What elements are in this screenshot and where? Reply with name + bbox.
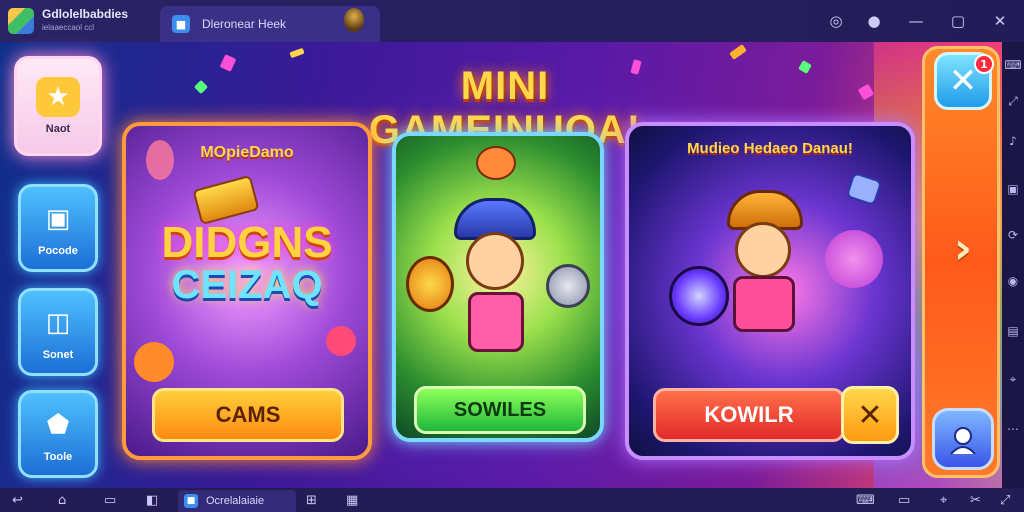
confetti-decoration bbox=[193, 79, 209, 95]
card-art-title: DIDGNS bbox=[161, 218, 333, 267]
minimize-button[interactable]: — bbox=[904, 9, 928, 33]
play-button-cams[interactable]: CAMS bbox=[152, 388, 344, 442]
fruit-decoration bbox=[326, 326, 356, 356]
confetti-decoration bbox=[857, 83, 875, 101]
notification-badge: 1 bbox=[974, 54, 994, 74]
shop-bag-icon: ▣ bbox=[45, 204, 71, 234]
character-face bbox=[735, 222, 791, 278]
display-icon[interactable]: ▭ bbox=[898, 492, 910, 508]
chevron-right-icon: › bbox=[953, 222, 973, 274]
emulator-side-toolbar: ⌨ ⤢ ♪ ▣ ⟳ ◉ ▤ ⌖ ⋯ bbox=[1002, 42, 1024, 488]
more-icon[interactable]: ⋯ bbox=[1006, 422, 1020, 436]
screen-icon[interactable]: ◧ bbox=[146, 492, 158, 508]
gem-icon bbox=[845, 172, 883, 206]
taskbar-app-tab[interactable]: ■ Ocrelalaiaie bbox=[178, 490, 296, 512]
fruit-decoration bbox=[146, 140, 174, 180]
character-body bbox=[733, 276, 795, 332]
sidebar-item-label: Toole bbox=[43, 451, 73, 463]
avatar-icon[interactable] bbox=[344, 8, 364, 32]
folder-icon[interactable]: ▤ bbox=[1006, 324, 1020, 338]
sidebar-item-pocode[interactable]: ▣ Pocode bbox=[18, 184, 98, 272]
game-card-3[interactable]: Mudieo Hedaeo Danau! KOWILR ✕ bbox=[625, 122, 915, 460]
shield-icon bbox=[406, 256, 454, 312]
card-heading: Mudieo Hedaeo Danau! bbox=[687, 140, 853, 157]
title-bar: Gdlolelbabdies ielaaeccaol ccl ■ Dlerone… bbox=[0, 0, 1024, 42]
confetti-decoration bbox=[798, 60, 812, 74]
profile-button[interactable] bbox=[932, 408, 994, 470]
location-icon[interactable]: ⌖ bbox=[940, 492, 947, 508]
maximize-button[interactable]: ▢ bbox=[946, 9, 970, 33]
character-body bbox=[468, 292, 524, 352]
app-name: Gdlolelbabdies ielaaeccaol ccl bbox=[42, 8, 128, 34]
card-art-subtitle: CEIZAQ bbox=[171, 263, 323, 307]
recent-apps-icon[interactable]: ▭ bbox=[104, 492, 116, 508]
home-icon[interactable]: ⌂ bbox=[58, 492, 66, 508]
fullscreen-icon[interactable]: ⤢ bbox=[1006, 94, 1020, 108]
wheel-icon bbox=[669, 266, 729, 326]
avatar-icon bbox=[950, 427, 976, 455]
sidebar-item-naot[interactable]: ★ Naot bbox=[14, 56, 102, 156]
game-card-1[interactable]: MOpieDamo DIDGNS CEIZAQ CAMS bbox=[122, 122, 372, 460]
game-card-2[interactable]: SOWILES bbox=[392, 132, 604, 442]
confetti-decoration bbox=[289, 47, 305, 59]
house-icon: ⬟ bbox=[46, 410, 70, 440]
trash-can-icon: ◫ bbox=[45, 308, 71, 338]
volume-icon[interactable]: ♪ bbox=[1006, 134, 1020, 148]
scissors-icon[interactable]: ✂ bbox=[970, 492, 981, 508]
settings-icon[interactable]: ◎ bbox=[824, 9, 848, 33]
sidebar-item-sonet[interactable]: ◫ Sonet bbox=[18, 288, 98, 376]
camera-icon[interactable]: ◉ bbox=[1006, 274, 1020, 288]
sidebar-item-toole[interactable]: ⬟ Toole bbox=[18, 390, 98, 478]
fruit-decoration bbox=[134, 342, 174, 382]
next-page-button[interactable]: › bbox=[944, 218, 982, 278]
play-button-kowilr[interactable]: KOWILR bbox=[653, 388, 845, 442]
sidebar-item-label: Naot bbox=[45, 123, 71, 135]
keyboard-icon[interactable]: ⌨ bbox=[1004, 58, 1021, 72]
sidebar-item-label: Pocode bbox=[38, 245, 78, 257]
notification-icon[interactable]: ● bbox=[862, 9, 886, 33]
bottom-nav-bar: ↩ ⌂ ▭ ◧ ■ Ocrelalaiaie ⊞ ▦ ⌨ ▭ ⌖ ✂ ⤢ bbox=[0, 488, 1024, 512]
ball-icon bbox=[546, 264, 590, 308]
close-x-icon: ✕ bbox=[948, 61, 978, 101]
sidebar-item-label: Sonet bbox=[42, 349, 74, 361]
app-icon: ■ bbox=[172, 15, 190, 33]
creature-icon bbox=[825, 230, 883, 288]
close-window-button[interactable]: ✕ bbox=[988, 9, 1012, 33]
instance-tab-label: Dleronear Heek bbox=[202, 17, 287, 31]
emulator-window: Gdlolelbabdies ielaaeccaol ccl ■ Dlerone… bbox=[0, 0, 1024, 512]
back-icon[interactable]: ↩ bbox=[12, 492, 23, 508]
location-icon[interactable]: ⌖ bbox=[1006, 372, 1020, 386]
character-face bbox=[466, 232, 524, 290]
confetti-decoration bbox=[219, 54, 237, 72]
taskbar-app-label: Ocrelalaiaie bbox=[206, 495, 265, 507]
grid-icon[interactable]: ⊞ bbox=[306, 492, 317, 508]
keymap-icon[interactable]: ⌨ bbox=[856, 492, 875, 508]
app-icon: ■ bbox=[184, 494, 198, 508]
confetti-decoration bbox=[729, 44, 747, 60]
app-subtitle: ielaaeccaol ccl bbox=[42, 23, 95, 32]
rotate-icon[interactable]: ⟳ bbox=[1006, 228, 1020, 242]
fullscreen-icon[interactable]: ⤢ bbox=[1000, 492, 1010, 508]
screenshot-icon[interactable]: ▣ bbox=[1006, 182, 1020, 196]
close-x-icon[interactable]: ✕ bbox=[841, 386, 899, 444]
creature-icon bbox=[476, 146, 516, 180]
app-logo-icon bbox=[8, 8, 34, 34]
app-name-text: Gdlolelbabdies bbox=[42, 7, 129, 21]
play-button-sowiles[interactable]: SOWILES bbox=[414, 386, 586, 434]
game-icon[interactable]: ▦ bbox=[346, 492, 358, 508]
home-star-icon: ★ bbox=[36, 77, 80, 117]
